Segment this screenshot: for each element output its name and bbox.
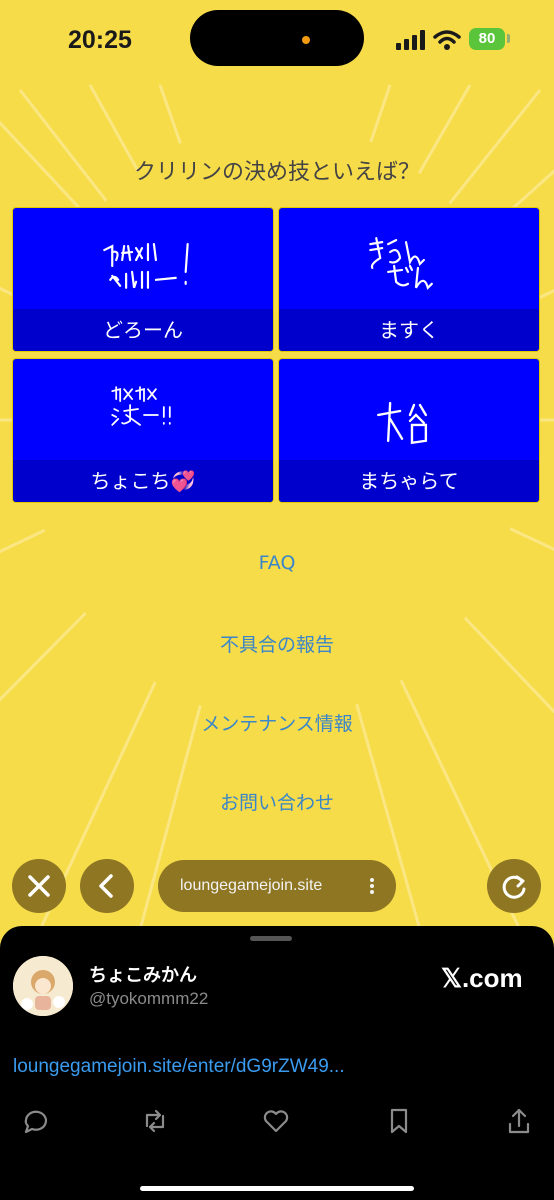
answer-option-label: まちゃらて	[279, 460, 539, 502]
status-bar: 20:25 80	[0, 0, 554, 80]
answer-option-label: ちょこち💞	[13, 460, 273, 502]
user-handle: @tyokommm22	[89, 989, 209, 1008]
mic-indicator-icon	[302, 36, 310, 44]
handwritten-answer-drawing	[369, 237, 433, 290]
dynamic-island	[190, 10, 364, 66]
handwritten-answer-drawing	[103, 243, 189, 289]
bookmark-icon[interactable]	[382, 1104, 416, 1138]
answer-option-label: ますく	[279, 309, 539, 351]
avatar	[13, 956, 73, 1016]
status-time: 20:25	[68, 26, 132, 54]
repost-icon[interactable]	[138, 1104, 172, 1138]
bug-report-link[interactable]: 不具合の報告	[0, 630, 554, 657]
reload-button[interactable]	[487, 859, 541, 913]
shared-link[interactable]: loungegamejoin.site/enter/dG9rZW49...	[13, 1056, 345, 1078]
share-icon[interactable]	[502, 1104, 536, 1138]
url-text: loungegamejoin.site	[180, 877, 323, 894]
home-indicator	[140, 1186, 414, 1191]
close-icon	[28, 875, 50, 897]
battery-indicator: 80	[469, 28, 505, 50]
like-heart-icon[interactable]	[259, 1104, 293, 1138]
reload-icon	[502, 875, 526, 899]
handwritten-answer-drawing	[111, 386, 171, 426]
maintenance-info-link[interactable]: メンテナンス情報	[0, 709, 554, 736]
answer-grid: どろーん ますく ちょこち💞 まちゃらて	[12, 207, 542, 505]
answer-option-1[interactable]: どろーん	[12, 207, 274, 352]
answer-option-2[interactable]: ますく	[278, 207, 540, 352]
quiz-question: クリリンの決め技といえば？	[133, 160, 420, 185]
answer-option-label: どろーん	[13, 309, 273, 351]
username: ちょこみかん	[89, 965, 197, 986]
answer-option-4[interactable]: まちゃらて	[278, 358, 540, 503]
close-button[interactable]	[12, 859, 66, 913]
contact-link[interactable]: お問い合わせ	[0, 788, 554, 815]
more-options-icon[interactable]	[362, 876, 382, 896]
sheet-grabber-handle[interactable]	[250, 936, 292, 941]
chevron-left-icon	[99, 874, 113, 898]
wifi-icon	[433, 30, 461, 50]
url-bar[interactable]: loungegamejoin.site	[158, 860, 396, 912]
back-button[interactable]	[80, 859, 134, 913]
answer-option-3[interactable]: ちょこち💞	[12, 358, 274, 503]
faq-link[interactable]: FAQ	[0, 552, 554, 574]
cellular-signal-icon	[396, 30, 425, 50]
x-site-label: 𝕏.com	[441, 963, 523, 993]
battery-tip	[507, 34, 510, 43]
avatar-image	[13, 956, 73, 1016]
handwritten-answer-drawing	[377, 401, 428, 445]
reply-icon[interactable]	[18, 1104, 52, 1138]
